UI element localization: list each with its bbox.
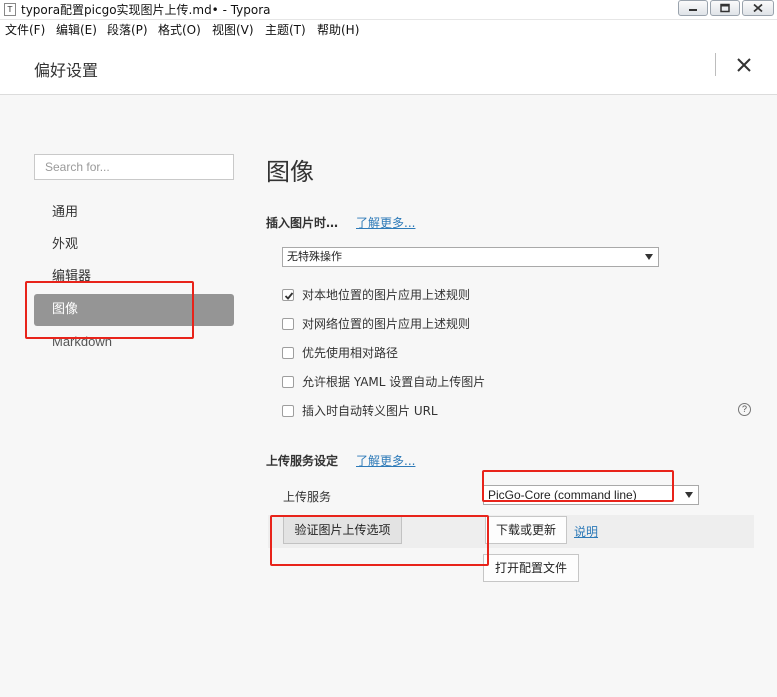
checkbox-escape-url[interactable] [282, 405, 294, 417]
window-close-icon [753, 3, 763, 13]
maximize-icon [720, 3, 730, 13]
typora-app-icon: T [4, 3, 16, 16]
upload-service-label: 上传服务 [283, 490, 332, 504]
minimize-button[interactable] [678, 0, 708, 16]
chevron-down-icon [645, 254, 653, 260]
maximize-button[interactable] [710, 0, 740, 16]
window-title: typora配置picgo实现图片上传.md• - Typora [21, 3, 271, 17]
insert-image-dropdown[interactable]: 无特殊操作 [282, 247, 659, 267]
checkbox-apply-network[interactable] [282, 318, 294, 330]
explain-link[interactable]: 说明 [574, 523, 598, 540]
sidebar-item-editor[interactable]: 编辑器 [34, 261, 234, 293]
open-config-button[interactable]: 打开配置文件 [483, 554, 579, 582]
menu-view[interactable]: 视图(V) [212, 21, 254, 38]
sidebar-item-general[interactable]: 通用 [34, 197, 234, 229]
menu-file[interactable]: 文件(F) [5, 21, 45, 38]
title-bar: T typora配置picgo实现图片上传.md• - Typora [0, 0, 777, 20]
menu-bar: 文件(F) 编辑(E) 段落(P) 格式(O) 视图(V) 主题(T) 帮助(H… [0, 20, 777, 38]
option-apply-local-label: 对本地位置的图片应用上述规则 [302, 288, 471, 302]
preferences-title: 偏好设置 [34, 61, 99, 80]
insert-image-learn-more-link[interactable]: 了解更多... [356, 214, 415, 231]
validate-upload-button[interactable]: 验证图片上传选项 [283, 516, 402, 544]
upload-service-dropdown[interactable]: PicGo-Core (command line) [483, 485, 699, 505]
checkmark-icon [284, 292, 294, 300]
option-apply-network-label: 对网络位置的图片应用上述规则 [302, 317, 471, 331]
checkbox-relative-path[interactable] [282, 347, 294, 359]
upload-service-settings-label: 上传服务设定 [266, 454, 339, 468]
upload-learn-more-link[interactable]: 了解更多... [356, 452, 415, 469]
insert-image-dropdown-value: 无特殊操作 [287, 250, 342, 263]
window-close-button[interactable] [742, 0, 774, 16]
menu-theme[interactable]: 主题(T) [265, 21, 306, 38]
option-relative-path-label: 优先使用相对路径 [302, 346, 399, 360]
menu-paragraph[interactable]: 段落(P) [107, 21, 148, 38]
close-preferences-icon[interactable] [735, 56, 753, 74]
section-heading: 图像 [266, 158, 314, 186]
insert-image-label: 插入图片时… [266, 216, 339, 230]
upload-service-value: PicGo-Core (command line) [488, 488, 637, 502]
menu-format[interactable]: 格式(O) [158, 21, 201, 38]
option-yaml-upload-label: 允许根据 YAML 设置自动上传图片 [302, 375, 486, 389]
search-input[interactable] [34, 154, 234, 180]
chevron-down-icon [685, 492, 693, 498]
checkbox-yaml-upload[interactable] [282, 376, 294, 388]
download-update-button[interactable]: 下载或更新 [485, 516, 567, 544]
menu-help[interactable]: 帮助(H) [317, 21, 359, 38]
preferences-header: 偏好设置 [0, 38, 777, 95]
header-divider [715, 53, 716, 76]
sidebar-item-markdown[interactable]: Markdown [34, 326, 234, 358]
option-escape-url-label: 插入时自动转义图片 URL [302, 404, 438, 418]
help-icon[interactable]: ? [738, 403, 751, 416]
minimize-icon [689, 9, 697, 11]
menu-edit[interactable]: 编辑(E) [56, 21, 97, 38]
sidebar-item-appearance[interactable]: 外观 [34, 229, 234, 261]
checkbox-apply-local[interactable] [282, 289, 294, 301]
sidebar-item-image[interactable]: 图像 [34, 294, 234, 326]
